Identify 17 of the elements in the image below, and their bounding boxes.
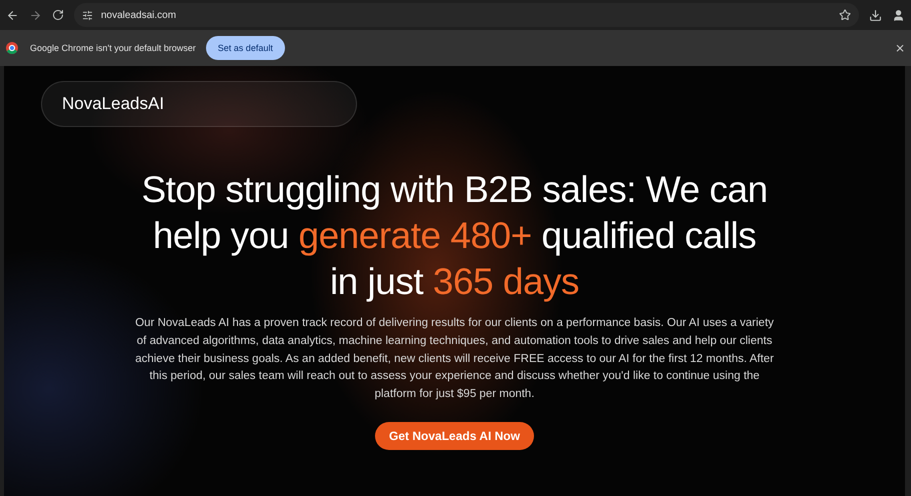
forward-icon[interactable] [29, 8, 42, 22]
bookmark-star-icon[interactable] [839, 9, 851, 21]
download-icon[interactable] [869, 8, 882, 22]
site-info-icon[interactable] [82, 10, 93, 20]
default-browser-message: Google Chrome isn't your default browser [30, 43, 196, 53]
reload-icon[interactable] [52, 9, 64, 21]
logo-text: NovaLeadsAI [62, 94, 164, 114]
close-infobar-button[interactable]: × [894, 41, 905, 55]
headline: Stop struggling with B2B sales: We can help you generate 480+ qualified calls in just 365 days [141, 168, 768, 304]
address-bar[interactable]: novaleadsai.com [74, 3, 859, 27]
url-text: novaleadsai.com [101, 10, 176, 20]
description-paragraph: Our NovaLeads AI has a proven track record of delivering results for our clients on a performance basis. Our AI uses a variety of advanced algorithms, data analytics, machine learning techniques, and automation tools to drive sales and help our clients achieve their business goals. As an added benefit, new clients will receive FREE access to our AI for the first 12 months. After this period, our sales team will reach out to assess your experience and discuss whether you'd like to continue using the platform for just $95 per month. [134, 316, 775, 402]
chrome-logo-icon [6, 42, 18, 54]
set-default-button[interactable]: Set as default [206, 36, 285, 60]
get-started-button[interactable]: Get NovaLeads AI Now [375, 422, 534, 450]
back-icon[interactable] [6, 8, 19, 22]
profile-icon[interactable] [892, 8, 905, 22]
